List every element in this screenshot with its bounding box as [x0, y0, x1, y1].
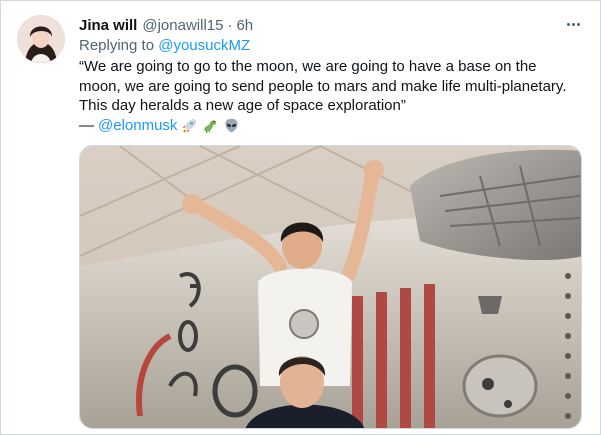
tweet-card[interactable]: Jina will @jonawill15 · 6h Replying to @…	[0, 0, 601, 435]
author-handle[interactable]: @jonawill15	[142, 17, 223, 34]
photo-image	[80, 146, 581, 428]
tweet-text-line-3: This day heralds a new age of space expl…	[79, 97, 406, 114]
replying-to: Replying to @yousuckMZ	[79, 37, 250, 54]
dragon-emoji	[204, 120, 217, 134]
author-name[interactable]: Jina will	[79, 17, 137, 34]
alien-emoji	[225, 118, 239, 133]
replying-to-mention[interactable]: @yousuckMZ	[158, 37, 250, 54]
avatar[interactable]	[17, 15, 65, 63]
rocket-emoji	[183, 118, 197, 133]
signature-mention[interactable]: @elonmusk	[98, 116, 177, 136]
timestamp[interactable]: 6h	[236, 17, 253, 34]
tweet-text-line-2: moon, we are going to send people to mar…	[79, 77, 567, 95]
tweet-text: “We are going to go to the moon, we are …	[79, 57, 589, 135]
avatar-image	[17, 15, 65, 63]
tweet-text-line-1: “We are going to go to the moon, we are …	[79, 58, 537, 75]
tweet-media-photo[interactable]	[79, 145, 582, 429]
signature-dash: —	[79, 116, 94, 134]
tweet-header: Jina will @jonawill15 · 6h	[79, 15, 580, 35]
separator-dot: ·	[227, 16, 233, 34]
replying-prefix: Replying to	[79, 37, 155, 54]
tweet-signature: — @elonmusk	[79, 116, 589, 136]
more-options-icon[interactable]	[562, 15, 584, 33]
